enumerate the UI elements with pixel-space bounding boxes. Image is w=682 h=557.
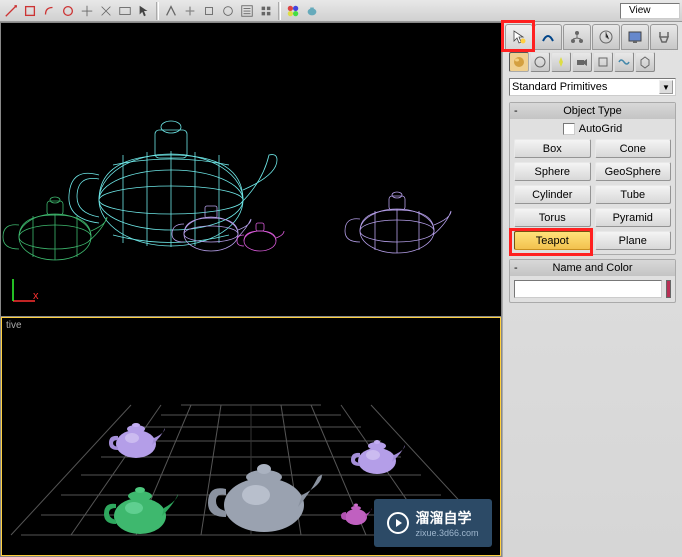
toolbar-icon-11[interactable] <box>219 2 237 20</box>
cylinder-button[interactable]: Cylinder <box>514 185 591 204</box>
axis-gizmo: x <box>9 275 39 308</box>
svg-text:x: x <box>33 290 39 302</box>
wireframe-teapot-green <box>1 191 111 263</box>
create-tab[interactable] <box>505 24 533 50</box>
teapot-toolbar-icon[interactable] <box>303 2 321 20</box>
spacewarps-subtab[interactable] <box>614 52 634 72</box>
torus-button[interactable]: Torus <box>514 208 591 227</box>
shaded-teapot-purple-2 <box>348 434 408 476</box>
toolbar-icon-6[interactable] <box>97 2 115 20</box>
shapes-subtab[interactable] <box>530 52 550 72</box>
watermark-badge: 溜溜自学 zixue.3d66.com <box>374 499 492 547</box>
toolbar-icon-4[interactable] <box>59 2 77 20</box>
helpers-subtab[interactable] <box>593 52 613 72</box>
front-viewport[interactable]: x <box>1 23 501 316</box>
utilities-tab[interactable] <box>650 24 678 50</box>
primitive-type-dropdown[interactable]: Standard Primitives ▼ <box>509 78 676 96</box>
viewport-label: tive <box>6 320 22 331</box>
systems-subtab[interactable] <box>635 52 655 72</box>
shaded-teapot-gray <box>206 453 326 535</box>
object-type-grid: Box Cone Sphere GeoSphere Cylinder Tube … <box>514 139 671 250</box>
toolbar-icon-8[interactable] <box>162 2 180 20</box>
tube-button[interactable]: Tube <box>595 185 672 204</box>
name-color-title: Name and Color <box>552 262 632 274</box>
sphere-button[interactable]: Sphere <box>514 162 591 181</box>
wireframe-teapot-magenta-tiny <box>235 219 285 253</box>
viewport-area: x tive <box>0 22 502 557</box>
shaded-teapot-purple-1 <box>106 416 168 460</box>
toolbar-separator <box>156 2 159 20</box>
lights-subtab[interactable] <box>551 52 571 72</box>
watermark-subtext: zixue.3d66.com <box>415 528 478 538</box>
watermark-text: 溜溜自学 <box>415 508 478 528</box>
toolbar-icon-3[interactable] <box>40 2 58 20</box>
modify-tab[interactable] <box>534 24 562 50</box>
rollout-collapse-icon: - <box>514 105 518 117</box>
panel-tabs <box>505 24 680 50</box>
toolbar-icon-5[interactable] <box>78 2 96 20</box>
toolbar-separator-2 <box>278 2 281 20</box>
toolbar-icon-1[interactable] <box>2 2 20 20</box>
geometry-subtab[interactable] <box>509 52 529 72</box>
hierarchy-tab[interactable] <box>563 24 591 50</box>
toolbar-icon-7[interactable] <box>116 2 134 20</box>
motion-tab[interactable] <box>592 24 620 50</box>
main-toolbar: View <box>0 0 682 22</box>
view-dropdown[interactable]: View <box>620 3 680 19</box>
object-type-header[interactable]: - Object Type <box>510 103 675 119</box>
name-color-header[interactable]: - Name and Color <box>510 260 675 276</box>
box-button[interactable]: Box <box>514 139 591 158</box>
autogrid-label: AutoGrid <box>579 123 622 135</box>
autogrid-checkbox[interactable] <box>563 123 575 135</box>
wireframe-teapot-purple-right <box>341 185 456 257</box>
material-icon[interactable] <box>284 2 302 20</box>
command-panel: Standard Primitives ▼ - Object Type Auto… <box>502 22 682 557</box>
cameras-subtab[interactable] <box>572 52 592 72</box>
shaded-teapot-magenta <box>338 500 374 526</box>
toolbar-icon-9[interactable] <box>181 2 199 20</box>
geosphere-button[interactable]: GeoSphere <box>595 162 672 181</box>
rollout-collapse-icon-2: - <box>514 262 518 274</box>
object-color-swatch[interactable] <box>666 280 671 298</box>
display-tab[interactable] <box>621 24 649 50</box>
dropdown-arrow-icon: ▼ <box>659 80 673 94</box>
toolbar-icon-2[interactable] <box>21 2 39 20</box>
object-type-title: Object Type <box>563 105 622 117</box>
toolbar-icon-10[interactable] <box>200 2 218 20</box>
cursor-select-icon[interactable] <box>135 2 153 20</box>
plane-button[interactable]: Plane <box>595 231 672 250</box>
list-icon[interactable] <box>238 2 256 20</box>
perspective-viewport[interactable]: tive <box>1 317 501 556</box>
toolbar-icon-12[interactable] <box>257 2 275 20</box>
name-color-rollout: - Name and Color <box>509 259 676 303</box>
object-type-rollout: - Object Type AutoGrid Box Cone Sphere G… <box>509 102 676 255</box>
cone-button[interactable]: Cone <box>595 139 672 158</box>
create-subtypes <box>505 52 680 74</box>
teapot-button[interactable]: Teapot <box>514 231 591 250</box>
dropdown-value: Standard Primitives <box>512 81 607 93</box>
object-name-input[interactable] <box>514 280 662 298</box>
shaded-teapot-green <box>100 478 180 536</box>
pyramid-button[interactable]: Pyramid <box>595 208 672 227</box>
